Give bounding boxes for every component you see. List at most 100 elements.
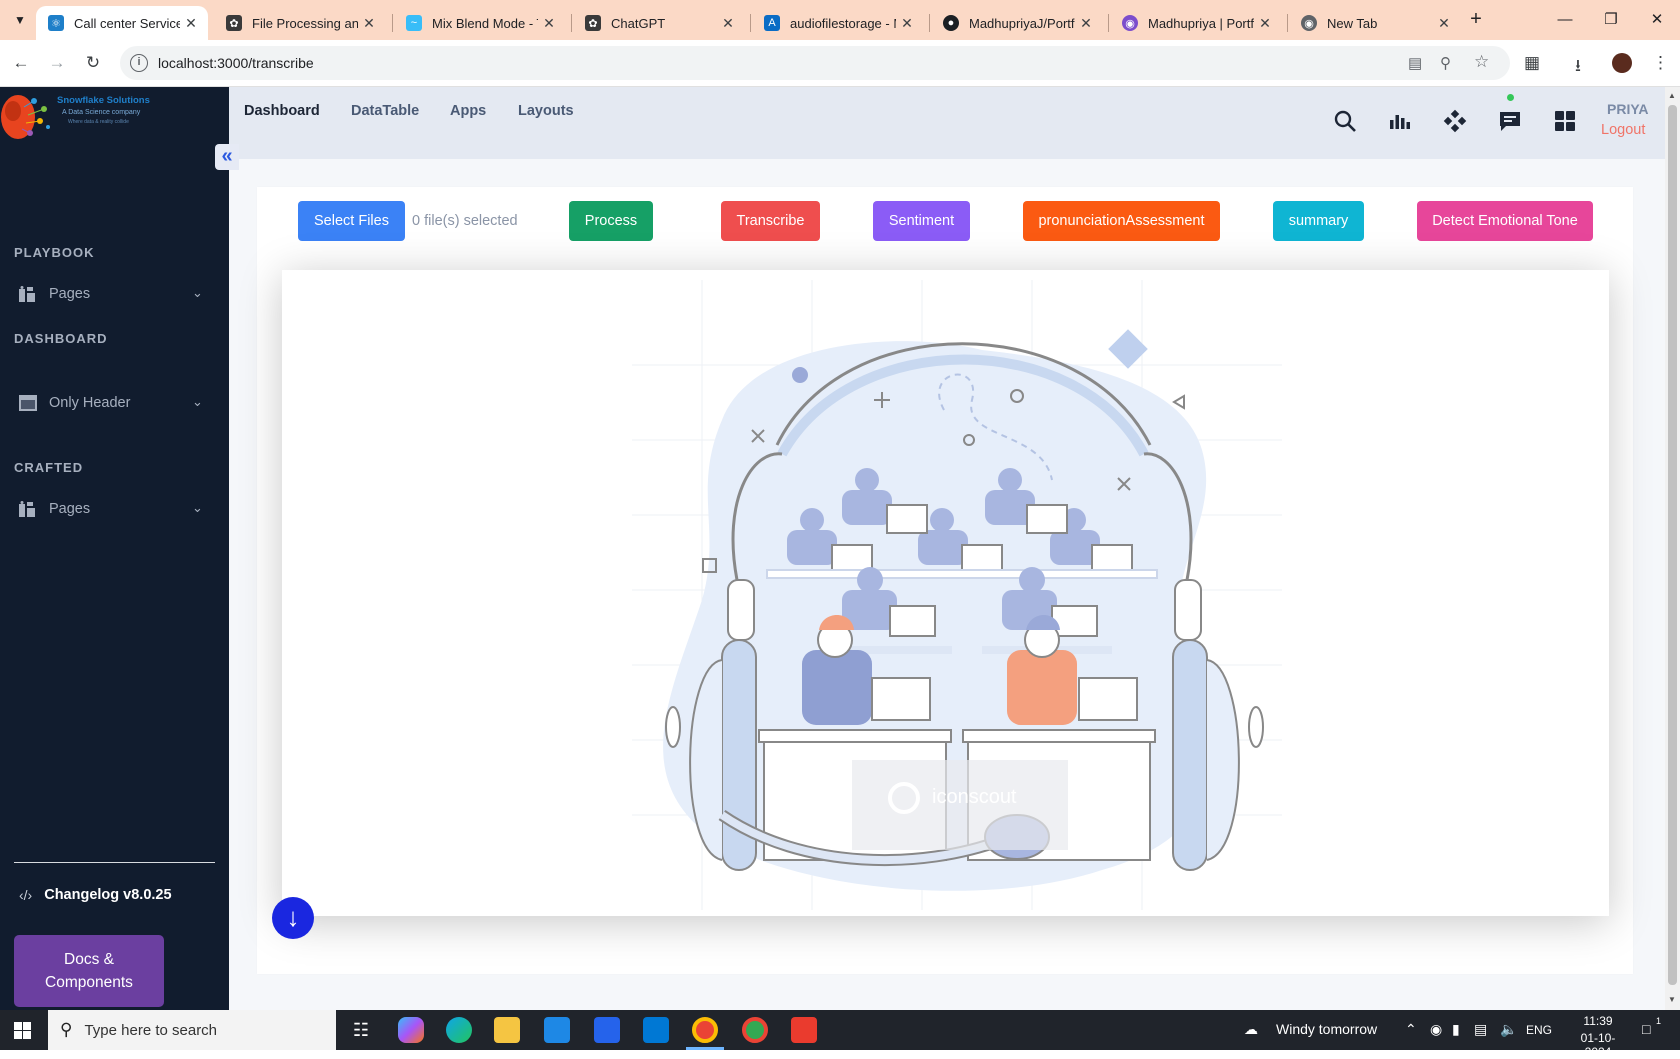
- chrome-profile-icon[interactable]: [742, 1017, 768, 1043]
- sentiment-button[interactable]: Sentiment: [873, 201, 970, 241]
- windows-start-icon[interactable]: [14, 1022, 31, 1039]
- transcribe-label: Transcribe: [736, 213, 805, 229]
- sidebar-item-playbook-pages[interactable]: Pages ⌄: [0, 276, 229, 312]
- network-icon[interactable]: ▤: [1474, 1021, 1487, 1038]
- taskbar-search[interactable]: ⚲ Type here to search: [48, 1010, 336, 1050]
- bar-chart-icon[interactable]: [1388, 109, 1412, 133]
- transcribe-button[interactable]: Transcribe: [721, 201, 820, 241]
- minimize-button[interactable]: —: [1550, 8, 1580, 32]
- search-icon: ⚲: [60, 1020, 73, 1039]
- browser-tab-strip: ▼ ⚛ Call center Service ✕ ✿ File Process…: [0, 0, 1680, 40]
- tab-audiofilestorage[interactable]: A audiofilestorage - M ✕: [752, 6, 924, 40]
- detect-emotional-tone-button[interactable]: Detect Emotional Tone: [1417, 201, 1593, 241]
- tab-new-tab[interactable]: ◉ New Tab ✕: [1289, 6, 1461, 40]
- close-icon[interactable]: ✕: [1254, 15, 1276, 32]
- close-icon[interactable]: ✕: [896, 15, 918, 32]
- brain-logo-icon: [1, 95, 50, 139]
- wps-office-icon[interactable]: [791, 1017, 817, 1043]
- close-icon[interactable]: ✕: [1433, 15, 1455, 32]
- nav-dashboard[interactable]: Dashboard: [244, 103, 320, 119]
- window-close-button[interactable]: ✕: [1642, 8, 1672, 32]
- scroll-down-arrow-icon[interactable]: ▼: [1668, 995, 1676, 1004]
- battery-icon[interactable]: ▮: [1452, 1021, 1460, 1038]
- sidebar-item-label: Pages: [49, 501, 91, 517]
- diamond-grid-icon[interactable]: [1443, 109, 1467, 133]
- chevron-up-icon[interactable]: ⌃: [1405, 1021, 1417, 1038]
- scroll-up-arrow-icon[interactable]: ▲: [1668, 91, 1676, 100]
- apps-grid-icon[interactable]: [1553, 109, 1577, 133]
- tab-search-dropdown[interactable]: ▼: [10, 10, 30, 30]
- brand-tagline: Where data & reality collide: [68, 119, 129, 125]
- reload-button[interactable]: ↻: [80, 50, 106, 76]
- edge-icon[interactable]: [446, 1017, 472, 1043]
- tab-portfolio[interactable]: ◉ Madhupriya | Portfo ✕: [1110, 6, 1282, 40]
- tab-github[interactable]: ● MadhupriyaJ/Portfo ✕: [931, 6, 1103, 40]
- close-icon[interactable]: ✕: [180, 15, 202, 32]
- close-icon[interactable]: ✕: [717, 15, 739, 32]
- tab-separator: [750, 14, 751, 32]
- github-icon: ●: [943, 15, 959, 31]
- summary-button[interactable]: summary: [1273, 201, 1364, 241]
- new-tab-button[interactable]: +: [1464, 8, 1488, 32]
- sidebar-item-only-header[interactable]: Only Header ⌄: [0, 385, 229, 421]
- clock[interactable]: 11:39 01-10-2024: [1572, 1014, 1624, 1059]
- back-button[interactable]: ←: [8, 50, 34, 76]
- weather-icon[interactable]: ☁: [1244, 1021, 1258, 1038]
- extensions-icon[interactable]: ▦: [1524, 53, 1540, 73]
- notification-icon[interactable]: □: [1642, 1021, 1650, 1037]
- forward-button[interactable]: →: [44, 50, 70, 76]
- weather-text[interactable]: Windy tomorrow: [1276, 1021, 1377, 1037]
- site-info-icon[interactable]: i: [130, 54, 148, 72]
- tab-file-processing[interactable]: ✿ File Processing and ✕: [214, 6, 386, 40]
- logout-link[interactable]: Logout: [1601, 122, 1645, 138]
- nav-datatable[interactable]: DataTable: [351, 103, 419, 119]
- tab-label: Madhupriya | Portfo: [1148, 15, 1254, 31]
- select-files-button[interactable]: Select Files: [298, 201, 405, 241]
- brand-logo[interactable]: Snowflake Solutions A Data Science compa…: [0, 87, 229, 147]
- tab-chatgpt[interactable]: ✿ ChatGPT ✕: [573, 6, 745, 40]
- search-icon[interactable]: [1333, 109, 1357, 133]
- nav-layouts[interactable]: Layouts: [518, 103, 574, 119]
- process-button[interactable]: Process: [569, 201, 653, 241]
- tab-separator: [1108, 14, 1109, 32]
- address-bar[interactable]: i localhost:3000/transcribe ▤ ⚲ ☆: [120, 46, 1510, 80]
- scrollbar-thumb[interactable]: [1668, 105, 1677, 985]
- page-scrollbar[interactable]: ▲ ▼: [1665, 87, 1680, 1010]
- copilot-icon[interactable]: [398, 1017, 424, 1043]
- profile-avatar[interactable]: [1612, 53, 1632, 73]
- restore-button[interactable]: ❐: [1596, 8, 1626, 32]
- changelog-link[interactable]: ‹/› Changelog v8.0.25: [19, 887, 172, 903]
- tab-call-center[interactable]: ⚛ Call center Service ✕: [36, 6, 208, 40]
- docs-components-button[interactable]: Docs & Components: [14, 935, 164, 1007]
- scroll-down-button[interactable]: ↓: [272, 897, 314, 939]
- close-icon[interactable]: ✕: [1075, 15, 1097, 32]
- file-explorer-icon[interactable]: [494, 1017, 520, 1043]
- menu-dots-icon[interactable]: ⋮: [1652, 53, 1669, 73]
- mail-icon[interactable]: [544, 1017, 570, 1043]
- tab-label: Mix Blend Mode - Ta: [432, 15, 538, 31]
- store-icon[interactable]: [594, 1017, 620, 1043]
- tab-separator: [392, 14, 393, 32]
- openai-icon: ✿: [226, 15, 242, 31]
- pronunciation-assessment-button[interactable]: pronunciationAssessment: [1023, 201, 1220, 241]
- clock-date: 01-10-2024: [1580, 1031, 1616, 1059]
- vscode-icon[interactable]: [643, 1017, 669, 1043]
- install-app-icon[interactable]: ▤: [1408, 54, 1422, 72]
- chat-icon[interactable]: [1498, 109, 1522, 133]
- language-indicator[interactable]: ENG: [1526, 1023, 1552, 1037]
- tray-app-icon[interactable]: ◉: [1430, 1021, 1442, 1038]
- sidebar: Snowflake Solutions A Data Science compa…: [0, 87, 229, 1010]
- tab-label: audiofilestorage - M: [790, 15, 896, 31]
- sidebar-item-crafted-pages[interactable]: Pages ⌄: [0, 491, 229, 527]
- chrome-icon[interactable]: [692, 1017, 718, 1043]
- sidebar-collapse-button[interactable]: «: [215, 144, 239, 170]
- tab-mix-blend[interactable]: ~ Mix Blend Mode - Ta ✕: [394, 6, 566, 40]
- close-icon[interactable]: ✕: [538, 15, 560, 32]
- task-view-icon[interactable]: ☷: [348, 1017, 374, 1043]
- volume-icon[interactable]: 🔈: [1500, 1021, 1517, 1038]
- download-icon[interactable]: ⭳: [1575, 53, 1581, 82]
- nav-apps[interactable]: Apps: [450, 103, 486, 119]
- bookmark-star-icon[interactable]: ☆: [1474, 52, 1489, 72]
- close-icon[interactable]: ✕: [358, 15, 380, 32]
- zoom-icon[interactable]: ⚲: [1440, 54, 1451, 72]
